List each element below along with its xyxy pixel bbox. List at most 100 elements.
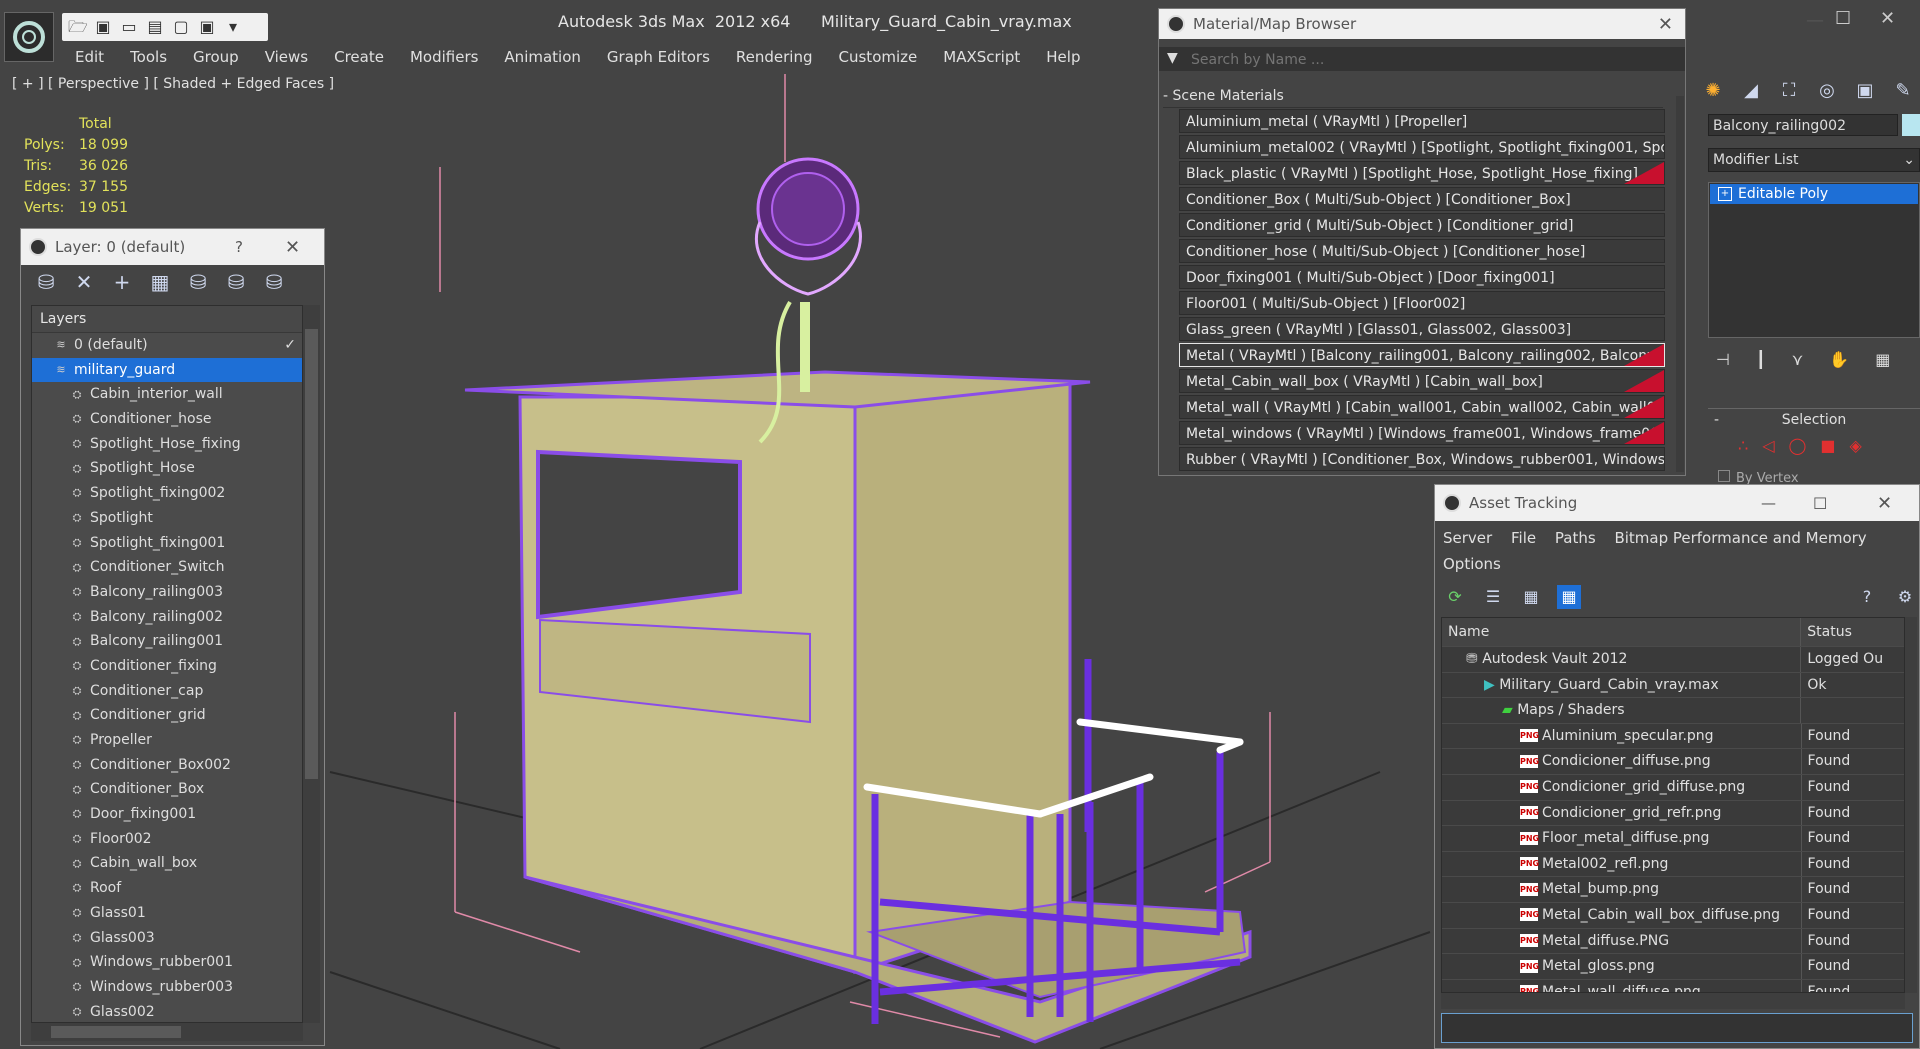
layer-row[interactable]: ⛭ Conditioner_Box002 — [32, 753, 302, 778]
hierarchy-tab-icon[interactable]: ⛶ — [1776, 78, 1802, 104]
material-item[interactable]: Metal ( VRayMtl ) [Balcony_railing001, B… — [1179, 343, 1665, 367]
selection-rollout[interactable]: - Selection — [1708, 408, 1920, 431]
asset-row[interactable]: PNG Condicioner_diffuse.png Found — [1442, 749, 1904, 775]
material-item[interactable]: Rubber ( VRayMtl ) [Conditioner_Box, Win… — [1179, 447, 1665, 471]
maximize-icon[interactable]: ☐ — [1813, 494, 1827, 513]
delete-layer-icon[interactable]: ✕ — [71, 269, 97, 295]
asset-row[interactable]: PNG Condicioner_grid_refr.png Found — [1442, 800, 1904, 827]
display-tab-icon[interactable]: ▣ — [1852, 78, 1878, 104]
layer-row[interactable]: ⛭ Spotlight_Hose_fixing — [32, 432, 302, 457]
viewport-label[interactable]: [ + ] [ Perspective ] [ Shaded + Edged F… — [12, 76, 334, 92]
status-column-header[interactable]: Status — [1801, 618, 1904, 646]
show-end-result-icon[interactable]: ┃ — [1756, 350, 1766, 369]
minimize-icon[interactable]: — — [1806, 10, 1824, 31]
layer-row[interactable]: ≋ 0 (default) ✓ — [32, 333, 302, 358]
scrollbar-thumb[interactable] — [305, 329, 318, 779]
make-unique-icon[interactable]: ⋎ — [1792, 350, 1804, 369]
checkbox[interactable] — [1718, 470, 1730, 482]
layer-row[interactable]: ⛭ Balcony_railing002 — [32, 605, 302, 630]
menu-graph-editors[interactable]: Graph Editors — [594, 46, 723, 68]
asset-row[interactable]: PNG Metal_bump.png Found — [1442, 877, 1904, 903]
object-color-swatch[interactable] — [1902, 114, 1920, 136]
edge-icon[interactable]: ◁ — [1762, 436, 1774, 455]
menu-paths[interactable]: Paths — [1555, 529, 1596, 547]
list-view-icon[interactable]: ☰ — [1481, 585, 1505, 609]
name-column-header[interactable]: Name — [1442, 618, 1802, 646]
element-icon[interactable]: ◈ — [1850, 436, 1862, 455]
fetch-icon[interactable]: ▢ — [172, 18, 190, 36]
layer-row[interactable]: ⛭ Cabin_wall_box — [32, 851, 302, 876]
layer-row[interactable]: ⛭ Conditioner_hose — [32, 407, 302, 432]
dropdown-icon[interactable]: ▾ — [224, 18, 242, 36]
asset-row[interactable]: ▶ Military_Guard_Cabin_vray.max Ok — [1442, 672, 1904, 699]
material-item[interactable]: Floor001 ( Multi/Sub-Object ) [Floor002] — [1179, 291, 1665, 315]
material-item[interactable]: Metal_Cabin_wall_box ( VRayMtl ) [Cabin_… — [1179, 369, 1665, 393]
material-item[interactable]: Conditioner_hose ( Multi/Sub-Object ) [C… — [1179, 239, 1665, 263]
collapse-icon[interactable]: - — [1714, 409, 1719, 431]
refresh-icon[interactable]: ⟳ — [1443, 585, 1467, 609]
layer-row[interactable]: ⛭ Balcony_railing001 — [32, 629, 302, 654]
layer-row[interactable]: ⛭ Door_fixing001 — [32, 802, 302, 827]
menu-options[interactable]: Options — [1443, 555, 1501, 573]
modifier-list-dropdown[interactable]: Modifier List ⌄ — [1708, 148, 1920, 172]
material-item[interactable]: Metal_windows ( VRayMtl ) [Windows_frame… — [1179, 421, 1665, 445]
table-view-icon[interactable]: ▦ — [1557, 585, 1581, 609]
asset-table-scrollbar[interactable] — [1905, 617, 1917, 993]
menu-animation[interactable]: Animation — [491, 46, 593, 68]
material-item[interactable]: Aluminium_metal ( VRayMtl ) [Propeller] — [1179, 109, 1665, 133]
material-browser-header[interactable]: Material/Map Browser ✕ — [1159, 9, 1685, 39]
menu-modifiers[interactable]: Modifiers — [397, 46, 491, 68]
menu-maxscript[interactable]: MAXScript — [930, 46, 1033, 68]
maximize-icon[interactable]: ☐ — [1835, 8, 1851, 29]
close-icon[interactable]: ✕ — [1877, 493, 1892, 514]
layer-row[interactable]: ⛭ Conditioner_cap — [32, 679, 302, 704]
highlight-layer-icon[interactable]: ⛁ — [185, 269, 211, 295]
minimize-icon[interactable]: — — [1761, 494, 1776, 512]
menu-server[interactable]: Server — [1443, 529, 1492, 547]
material-search-input[interactable] — [1189, 49, 1673, 71]
remove-modifier-icon[interactable]: ✋ — [1829, 350, 1849, 369]
menu-rendering[interactable]: Rendering — [723, 46, 826, 68]
window-icon[interactable]: ▣ — [198, 18, 216, 36]
material-item[interactable]: Aluminium_metal002 ( VRayMtl ) [Spotligh… — [1179, 135, 1665, 159]
material-list-scrollbar[interactable] — [1676, 96, 1684, 472]
layer-row[interactable]: ≋ military_guard — [32, 357, 302, 383]
menu-customize[interactable]: Customize — [826, 46, 931, 68]
layer-row[interactable]: ⛭ Spotlight_fixing001 — [32, 531, 302, 556]
layer-row[interactable]: ⛭ Conditioner_Switch — [32, 555, 302, 580]
asset-row[interactable]: PNG Metal_wall_diffuse.png Found — [1442, 979, 1904, 992]
material-item[interactable]: Conditioner_grid ( Multi/Sub-Object ) [C… — [1179, 213, 1665, 237]
pin-stack-icon[interactable]: ⊣ — [1716, 350, 1730, 369]
expand-icon[interactable]: + — [1718, 187, 1732, 201]
modify-tab-icon[interactable]: ◢ — [1738, 78, 1764, 104]
menu-file[interactable]: File — [1511, 529, 1536, 547]
menu-help[interactable]: Help — [1033, 46, 1093, 68]
hide-all-icon[interactable]: ⛁ — [223, 269, 249, 295]
menu-edit[interactable]: Edit — [62, 46, 117, 68]
border-icon[interactable]: ◯ — [1789, 436, 1807, 455]
object-name-field[interactable]: Balcony_railing002 — [1708, 114, 1898, 136]
asset-table[interactable]: Name Status ⛃ Autodesk Vault 2012 Logged … — [1441, 617, 1905, 993]
layer-row[interactable]: ⛭ Glass003 — [32, 926, 302, 951]
open-icon[interactable]: 🗁 — [68, 18, 88, 36]
layer-row[interactable]: ⛭ Conditioner_Box — [32, 777, 302, 802]
asset-table-hscrollbar[interactable] — [1441, 993, 1905, 1009]
modifier-stack[interactable] — [1708, 182, 1920, 338]
create-tab-icon[interactable]: ✺ — [1700, 78, 1726, 104]
layer-row[interactable]: ⛭ Propeller — [32, 728, 302, 753]
configure-sets-icon[interactable]: ▦ — [1875, 350, 1890, 369]
3dsmax-logo-icon[interactable] — [4, 12, 54, 62]
layer-row[interactable]: ⛭ Spotlight_Hose — [32, 456, 302, 481]
add-to-layer-icon[interactable]: + — [109, 269, 135, 295]
layer-row[interactable]: ⛭ Windows_rubber001 — [32, 950, 302, 975]
layer-row[interactable]: ⛭ Conditioner_grid — [32, 703, 302, 728]
asset-row[interactable]: PNG Metal_diffuse.PNG Found — [1442, 928, 1904, 955]
layer-row[interactable]: ⛭ Glass002 — [32, 1000, 302, 1022]
scrollbar-thumb[interactable] — [51, 1026, 181, 1038]
layer-panel-header[interactable]: Layer: 0 (default) ? ✕ — [21, 229, 324, 265]
freeze-all-icon[interactable]: ⛁ — [261, 269, 287, 295]
layer-row[interactable]: ⛭ Spotlight — [32, 506, 302, 531]
layer-row[interactable]: ⛭ Spotlight_fixing002 — [32, 481, 302, 506]
close-icon[interactable]: ✕ — [285, 237, 300, 258]
material-item[interactable]: Metal_wall ( VRayMtl ) [Cabin_wall001, C… — [1179, 395, 1665, 419]
